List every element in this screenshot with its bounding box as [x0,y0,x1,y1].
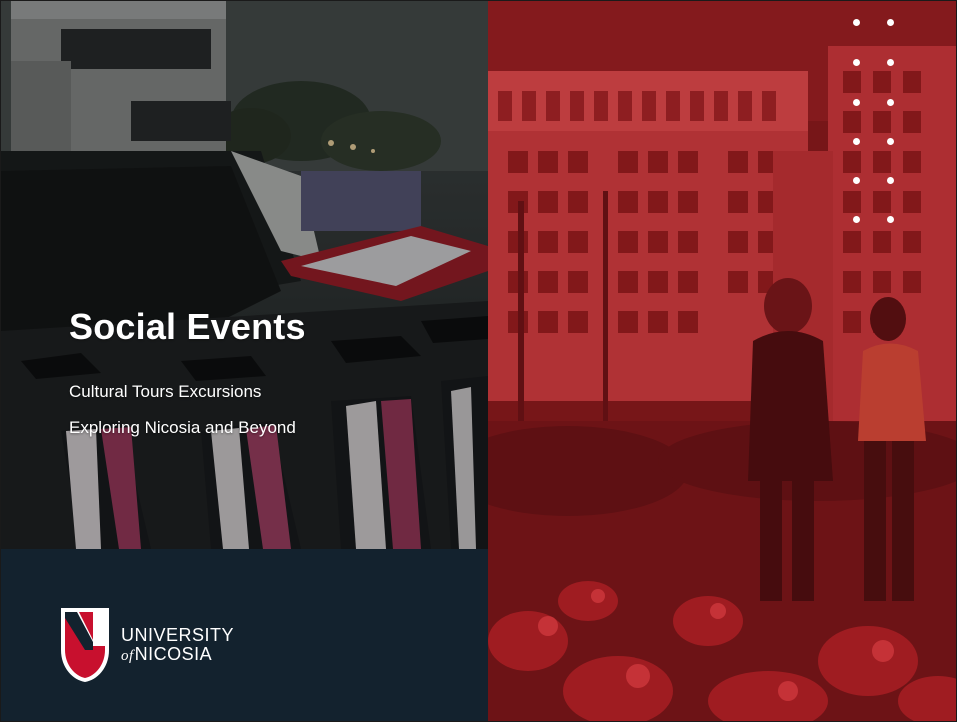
dot-icon [887,177,894,184]
dot-icon [853,216,860,223]
graduation-ceremony-photo [1,1,488,549]
dot-icon [853,138,860,145]
logo-nicosia-text: ofNICOSIA [121,643,234,665]
shield-icon [61,608,109,682]
university-logo: UNIVERSITY ofNICOSIA [59,606,239,686]
dot-icon [887,138,894,145]
dot-icon [887,99,894,106]
slide-title: Social Events [69,306,306,347]
dot-icon [853,99,860,106]
dot-icon [853,59,860,66]
slide: Social Events Cultural Tours Excursions … [0,0,957,722]
subtitle-line-1: Cultural Tours Excursions [69,382,262,401]
logo-university-text: UNIVERSITY [121,625,235,645]
dot-icon [887,216,894,223]
logo-wordmark: UNIVERSITY ofNICOSIA [121,626,234,665]
logo-of-text: of [121,647,134,664]
dot-icon [887,19,894,26]
logo-nicosia-word: NICOSIA [134,643,213,664]
subtitle-line-2: Exploring Nicosia and Beyond [69,418,296,437]
dot-icon [853,19,860,26]
dot-icon [887,59,894,66]
graduation-scene-illustration [1,1,488,549]
dot-icon [853,177,860,184]
decorative-dot-grid [850,19,900,229]
